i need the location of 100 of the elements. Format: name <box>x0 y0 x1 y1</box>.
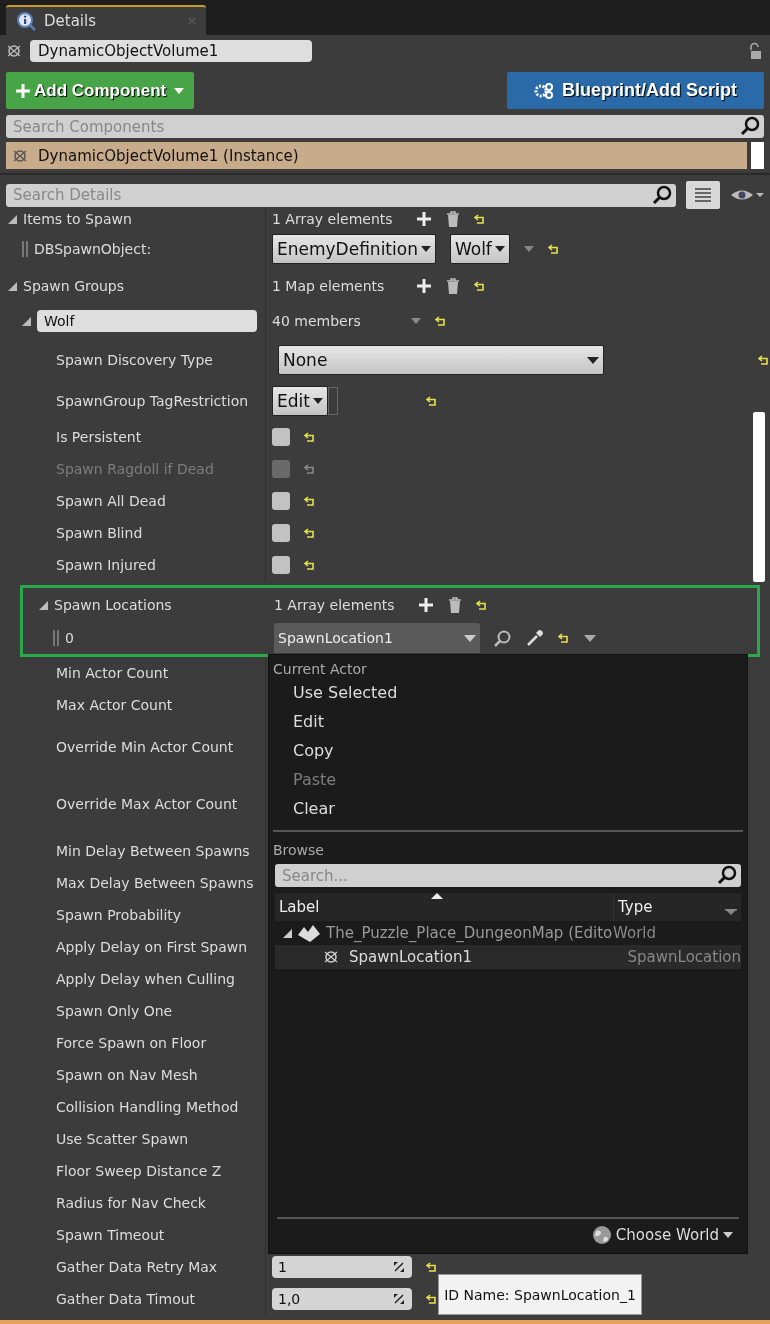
element-count: 1 Array elements <box>272 211 394 227</box>
property-label: Override Min Actor Count <box>56 739 234 755</box>
drag-handle-icon[interactable] <box>22 241 28 257</box>
checkbox[interactable] <box>272 524 290 542</box>
expand-arrow-icon[interactable] <box>22 316 31 326</box>
dropdown[interactable]: None <box>278 345 604 375</box>
property-label: Spawn Ragdoll if Dead <box>56 461 214 477</box>
grid-view-button[interactable] <box>686 181 720 209</box>
menu-item[interactable]: Copy <box>273 737 743 766</box>
blueprint-button[interactable]: Blueprint/Add Script <box>507 72 764 109</box>
reset-icon[interactable] <box>425 396 438 406</box>
actor-icon <box>12 147 28 164</box>
search-icon <box>652 184 672 205</box>
add-icon[interactable] <box>418 597 434 613</box>
tree-row[interactable]: The_Puzzle_Place_DungeonMap (EditoWorld <box>275 921 741 945</box>
expand-arrow-icon[interactable] <box>8 214 17 224</box>
property-label: Spawn Locations <box>54 597 172 613</box>
tree-row[interactable]: SpawnLocation1 SpawnLocation <box>275 945 741 969</box>
reset-icon[interactable] <box>304 560 316 570</box>
checkbox[interactable] <box>272 492 290 510</box>
add-icon[interactable] <box>416 211 432 227</box>
number-field[interactable]: 1,0 <box>272 1288 412 1310</box>
choose-world-button[interactable]: Choose World <box>585 1224 739 1246</box>
reset-icon[interactable] <box>476 600 488 610</box>
eyedropper-icon[interactable] <box>526 629 544 647</box>
scrollbar-thumb[interactable] <box>751 142 764 169</box>
key-field[interactable]: Wolf <box>37 310 257 332</box>
world-icon <box>296 923 322 943</box>
property-label: 0 <box>65 630 74 646</box>
search-icon[interactable] <box>494 629 512 647</box>
reset-icon[interactable] <box>304 432 316 442</box>
actor-icon <box>6 42 22 59</box>
expand-arrow-icon[interactable] <box>39 600 48 610</box>
expand-arrow-icon[interactable] <box>8 281 17 291</box>
info-icon <box>16 11 36 31</box>
details-tab[interactable]: Details <box>6 5 206 35</box>
menu-item[interactable]: Clear <box>273 795 743 824</box>
tooltip: ID Name: SpawnLocation_1 <box>438 1274 642 1315</box>
reset-icon[interactable] <box>435 316 447 326</box>
browse-search-field[interactable]: Search... <box>275 864 741 887</box>
scrollbar-thumb[interactable] <box>753 412 765 582</box>
checkbox[interactable] <box>272 428 290 446</box>
reset-icon[interactable] <box>474 281 486 291</box>
reset-icon[interactable] <box>758 355 770 365</box>
property-label: Gather Data Retry Max <box>56 1259 218 1275</box>
caret-icon[interactable] <box>523 246 534 252</box>
property-label: Max Actor Count <box>56 697 173 713</box>
caret-icon <box>174 87 185 94</box>
checkbox[interactable] <box>272 556 290 574</box>
reset-icon[interactable] <box>547 244 560 254</box>
reset-icon[interactable] <box>304 528 316 538</box>
column-header[interactable]: Label <box>275 893 613 921</box>
reset-icon[interactable] <box>304 496 316 506</box>
reset-icon[interactable] <box>426 1262 438 1272</box>
reset-icon[interactable] <box>426 1294 438 1304</box>
trash-icon[interactable] <box>446 211 460 227</box>
property-label: Spawn Blind <box>56 525 143 541</box>
plus-icon <box>16 83 30 98</box>
menu-item[interactable]: Edit <box>273 708 743 737</box>
property-label: Spawn on Nav Mesh <box>56 1067 198 1083</box>
component-search-field[interactable]: Search Components <box>6 115 764 138</box>
gears-icon <box>534 82 554 99</box>
property-label: Spawn Groups <box>23 278 125 294</box>
trash-icon[interactable] <box>446 278 460 294</box>
dropdown[interactable]: EnemyDefinition <box>272 234 436 264</box>
caret-icon <box>723 1232 733 1238</box>
actor-dropdown[interactable]: SpawnLocation1 <box>274 623 480 653</box>
trash-icon[interactable] <box>448 597 462 613</box>
property-label: Min Delay Between Spawns <box>56 843 250 859</box>
add-icon[interactable] <box>416 278 432 294</box>
actor-name-field[interactable]: DynamicObjectVolume1 <box>30 39 312 62</box>
expand-arrow-icon[interactable] <box>283 928 292 938</box>
details-search-field[interactable]: Search Details <box>6 183 676 207</box>
caret-icon[interactable] <box>584 634 596 642</box>
property-label: SpawnGroup TagRestriction <box>56 393 249 409</box>
caret-icon <box>587 356 599 364</box>
property-label: Radius for Nav Check <box>56 1195 206 1211</box>
property-label: Collision Handling Method <box>56 1099 239 1115</box>
property-label: Use Scatter Spawn <box>56 1131 189 1147</box>
search-icon <box>740 116 760 136</box>
dropdown[interactable]: Wolf <box>449 234 510 264</box>
property-label: Floor Sweep Distance Z <box>56 1163 222 1179</box>
reset-icon[interactable] <box>474 214 486 224</box>
list-icon <box>693 186 713 204</box>
menu-item[interactable]: Use Selected <box>273 679 743 708</box>
number-field[interactable]: 1 <box>272 1256 412 1278</box>
column-header[interactable]: Type <box>613 893 741 921</box>
reset-icon[interactable] <box>558 633 570 643</box>
section-header: Current Actor <box>273 660 368 679</box>
component-item[interactable]: DynamicObjectVolume1 (Instance) <box>6 142 747 169</box>
property-label: Gather Data Timout <box>56 1291 196 1307</box>
resize-icon <box>394 1294 404 1304</box>
edit-dropdown[interactable]: Edit <box>272 386 328 416</box>
actor-icon <box>323 949 339 965</box>
property-label: Spawn Discovery Type <box>56 352 213 368</box>
drag-handle-icon[interactable] <box>53 630 59 646</box>
caret-icon <box>494 246 505 252</box>
unlock-icon[interactable] <box>748 41 762 60</box>
caret-icon[interactable] <box>411 318 421 324</box>
property-label: Max Delay Between Spawns <box>56 875 254 891</box>
